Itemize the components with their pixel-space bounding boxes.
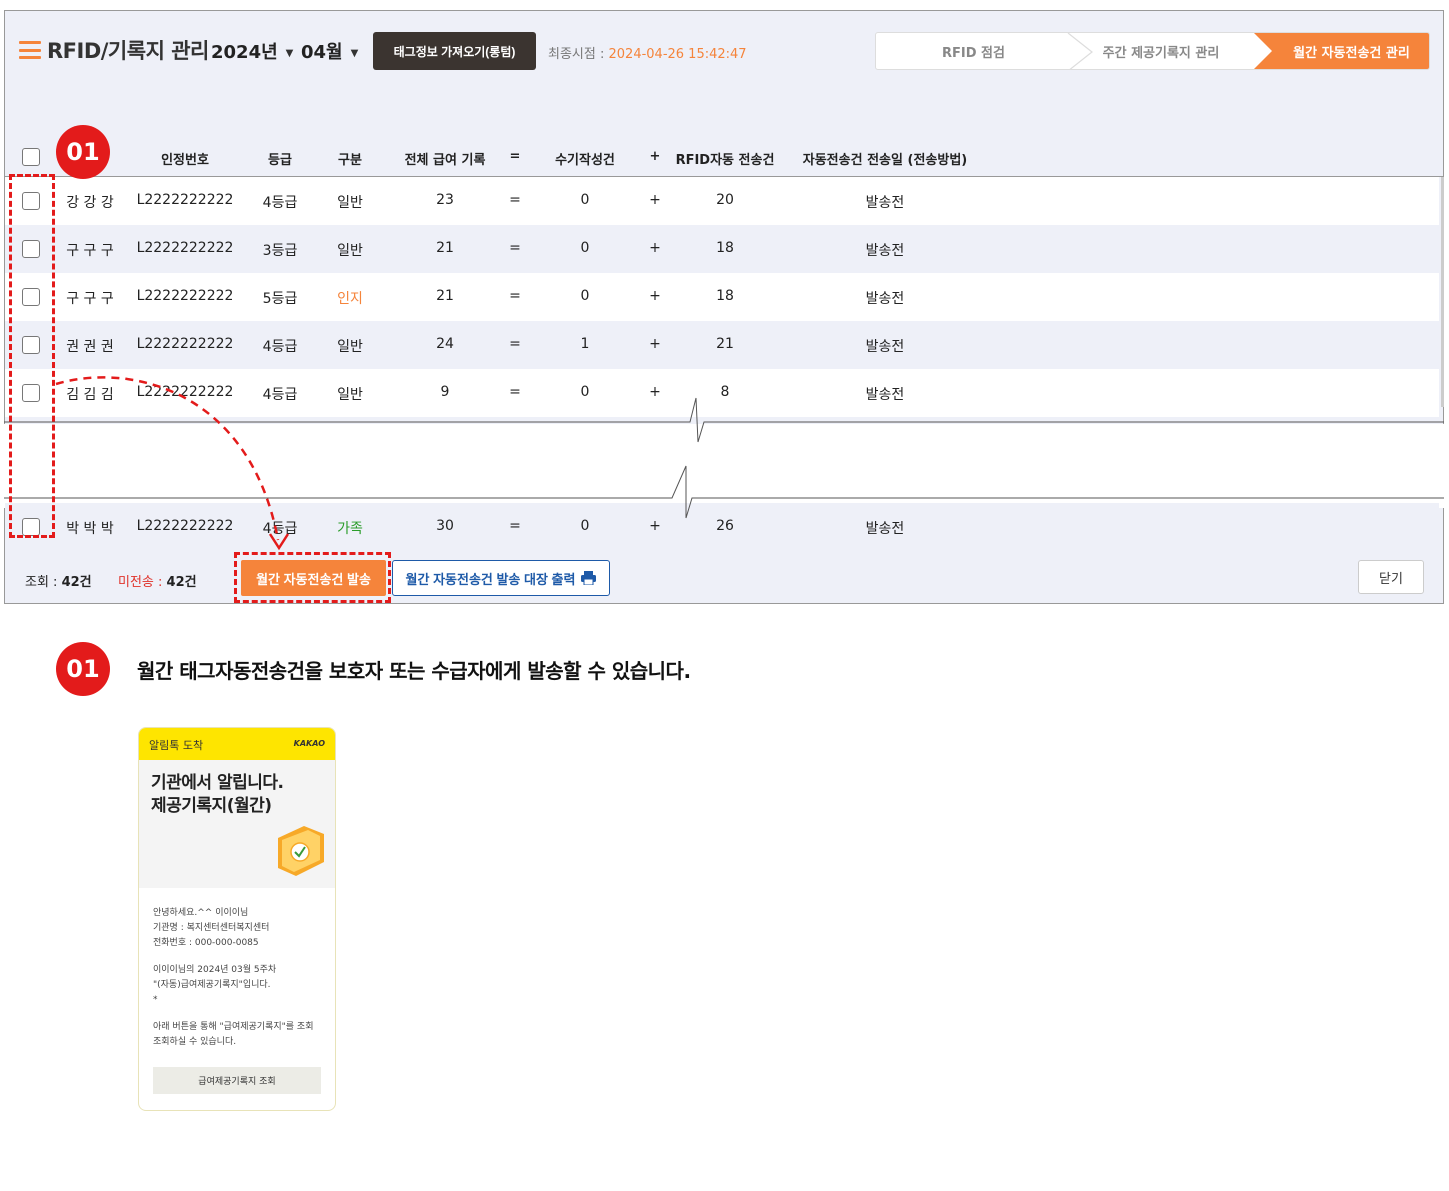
cell-manual: 1 (580, 336, 590, 352)
cell-manual: 0 (580, 192, 590, 208)
kakao-body: 안녕하세요.^^ 이이이님 기관명 : 복지센터센터복지센터 전화번호 : 00… (153, 908, 314, 1047)
cell-total: 24 (436, 336, 454, 352)
cell-eq: = (509, 192, 521, 208)
table-row[interactable]: 권 권 권 L2222222222 4등급 일반 24 = 1 + 21 발송전 (5, 321, 1439, 369)
step-nav: RFID 점검 주간 제공기록지 관리 월간 자동전송건 관리 (875, 32, 1430, 70)
column-header: 자동전송건 전송일 (전송방법) (802, 153, 968, 168)
select-all-checkbox[interactable] (22, 148, 40, 166)
cell-name: 강 강 강 (66, 195, 114, 211)
kakao-message-preview: 알림톡 도착 KAKAO 기관에서 알립니다. 제공기록지(월간) 안녕하세요.… (138, 727, 336, 1111)
step-badge: 01 (56, 125, 110, 179)
cell-type: 일반 (337, 243, 363, 259)
cell-rfid: 18 (716, 240, 734, 256)
cell-type: 인지 (337, 291, 363, 307)
cell-status: 발송전 (865, 339, 905, 355)
unsent-count: 미전송 : 42건 (118, 575, 197, 590)
month-select[interactable]: 04월 ▼ (301, 38, 358, 64)
caret-down-icon: ▼ (285, 47, 294, 59)
cell-name: 구 구 구 (66, 243, 114, 259)
page-title: RFID/기록지 관리 (47, 39, 209, 63)
hamburger-menu-icon[interactable] (19, 41, 41, 59)
column-header: 구분 (338, 153, 362, 168)
cell-grade: 3등급 (262, 243, 298, 259)
cell-id: L2222222222 (136, 288, 234, 304)
cell-status: 발송전 (865, 195, 905, 211)
cell-total: 23 (436, 192, 454, 208)
last-time: 최종시점 : 2024-04-26 15:42:47 (548, 47, 747, 62)
tab-weekly-record[interactable]: 주간 제공기록지 관리 (1071, 33, 1251, 69)
cell-rfid: 18 (716, 288, 734, 304)
kakao-view-button[interactable]: 급여제공기록지 조회 (153, 1067, 321, 1094)
cell-manual: 0 (580, 288, 590, 304)
cell-grade: 5등급 (262, 291, 298, 307)
cell-type: 일반 (337, 195, 363, 211)
printer-icon (581, 571, 597, 585)
cell-grade: 4등급 (262, 195, 298, 211)
cell-total: 21 (436, 240, 454, 256)
cell-rfid: 20 (716, 192, 734, 208)
table-header: 인정번호 등급 구분 전체 급여 기록 = 수기작성건 + RFID자동 전송건… (5, 131, 1443, 177)
tab-rfid-check[interactable]: RFID 점검 (876, 33, 1071, 69)
folder-check-icon (278, 826, 324, 876)
print-ledger-button[interactable]: 월간 자동전송건 발송 대장 출력 (392, 560, 610, 596)
kakao-top-bar: 알림톡 도착 KAKAO (139, 728, 335, 760)
view-count: 조회 : 42건 (25, 575, 92, 590)
kakao-hero: 기관에서 알립니다. 제공기록지(월간) (139, 760, 335, 888)
column-header: RFID자동 전송건 (675, 153, 775, 168)
cell-grade: 4등급 (262, 339, 298, 355)
kakao-top-label: 알림톡 도착 (149, 739, 204, 752)
cell-id: L2222222222 (136, 240, 234, 256)
cell-total: 21 (436, 288, 454, 304)
cell-rfid: 21 (716, 336, 734, 352)
cell-type: 일반 (337, 339, 363, 355)
fetch-tag-button[interactable]: 태그정보 가져오기(롱텀) (373, 32, 536, 70)
curved-arrow-icon (55, 376, 290, 551)
cell-name: 권 권 권 (66, 339, 114, 355)
close-button[interactable]: 닫기 (1358, 560, 1424, 594)
tab-monthly-auto[interactable]: 월간 자동전송건 관리 (1254, 33, 1429, 69)
column-header: + (649, 149, 661, 164)
cell-eq: = (509, 288, 521, 304)
table-row[interactable]: 강 강 강 L2222222222 4등급 일반 23 = 0 + 20 발송전 (5, 177, 1439, 225)
table-row[interactable]: 구 구 구 L2222222222 5등급 인지 21 = 0 + 18 발송전 (5, 273, 1439, 321)
header: RFID/기록지 관리 2024년 ▼ 04월 ▼ 태그정보 가져오기(롱텀) 최종… (5, 11, 1443, 91)
description-text: 월간 태그자동전송건을 보호자 또는 수급자에게 발송할 수 있습니다. (137, 659, 691, 683)
step-badge: 01 (56, 642, 110, 696)
cell-eq: = (509, 336, 521, 352)
column-header: 전체 급여 기록 (404, 153, 486, 168)
column-header: 등급 (268, 153, 292, 168)
cell-plus: + (649, 336, 661, 352)
vertical-scrollbar[interactable] (1441, 177, 1444, 407)
checkbox-highlight-box (9, 174, 55, 538)
cell-plus: + (649, 288, 661, 304)
cell-manual: 0 (580, 240, 590, 256)
cell-plus: + (649, 192, 661, 208)
column-header: = (509, 149, 521, 164)
cell-status: 발송전 (865, 243, 905, 259)
column-header: 수기작성건 (555, 153, 615, 168)
cell-id: L2222222222 (136, 336, 234, 352)
cell-plus: + (649, 240, 661, 256)
cell-id: L2222222222 (136, 192, 234, 208)
cell-status: 발송전 (865, 291, 905, 307)
column-header: 인정번호 (161, 153, 209, 168)
cell-name: 구 구 구 (66, 291, 114, 307)
year-select[interactable]: 2024년 ▼ (211, 38, 293, 64)
table-row[interactable]: 구 구 구 L2222222222 3등급 일반 21 = 0 + 18 발송전 (5, 225, 1439, 273)
cell-eq: = (509, 240, 521, 256)
kakao-brand: KAKAO (293, 739, 325, 748)
caret-down-icon: ▼ (350, 47, 359, 59)
kakao-title: 기관에서 알립니다. 제공기록지(월간) (151, 773, 284, 816)
